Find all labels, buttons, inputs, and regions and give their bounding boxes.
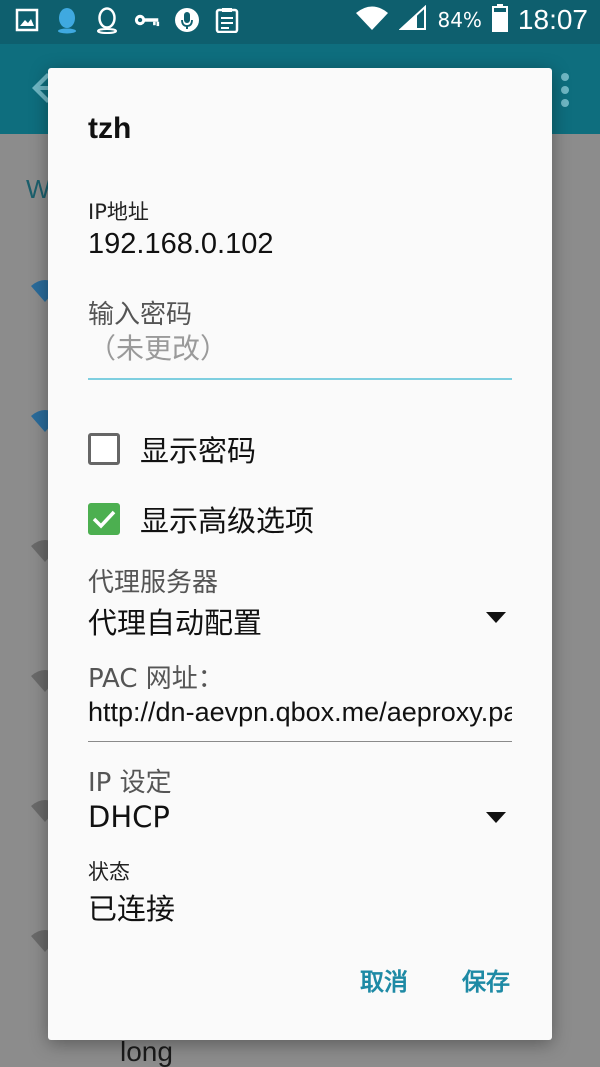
status-label: 状态 [88,860,130,884]
proxy-dropdown[interactable]: 代理自动配置 [88,598,512,642]
key-icon [134,6,160,34]
ip-settings-dropdown[interactable]: DHCP [88,798,512,842]
show-advanced-row[interactable]: 显示高级选项 [88,498,314,540]
battery-percent: 84% [437,8,482,32]
password-label: 输入密码 [88,300,193,330]
clock: 18:07 [517,4,588,35]
qq-outline-icon [94,6,120,34]
cancel-button[interactable]: 取消 [360,962,408,997]
battery-icon [491,4,508,36]
list-item-label: long [120,1036,173,1067]
system-indicators: 84% 18:07 [355,4,588,36]
status-bar: 84% 18:07 [0,0,600,44]
proxy-label: 代理服务器 [88,568,219,598]
clipboard-icon [214,6,240,34]
dropdown-arrow-icon [486,812,506,823]
cell-signal-icon [398,4,427,35]
more-options-icon[interactable] [560,72,570,108]
pac-url-label: PAC 网址： [88,664,224,694]
dropdown-arrow-icon [486,612,506,623]
ip-settings-selected-value: DHCP [88,800,170,834]
show-advanced-checkbox[interactable] [88,503,120,535]
wifi-config-dialog: tzh IP地址 192.168.0.102 输入密码 显示密码 显示高级选项 … [48,68,552,1040]
dialog-title: tzh [88,112,132,145]
password-input[interactable] [88,328,512,380]
save-button[interactable]: 保存 [462,962,510,997]
status-value: 已连接 [88,892,176,926]
wifi-signal-icon [355,4,389,36]
qq-icon [54,6,80,34]
ip-address-value: 192.168.0.102 [88,228,274,260]
show-password-label: 显示密码 [140,434,257,468]
gallery-icon [14,6,40,34]
section-header: W [26,174,51,204]
checkmark-icon [92,510,116,529]
show-advanced-label: 显示高级选项 [140,504,315,538]
show-password-checkbox[interactable] [88,433,120,465]
proxy-selected-value: 代理自动配置 [88,606,263,640]
notification-icons [14,6,240,34]
pac-url-input[interactable] [88,692,512,742]
ip-address-label: IP地址 [88,200,149,224]
ip-settings-label: IP 设定 [88,768,172,798]
mic-icon [174,6,200,34]
show-password-row[interactable]: 显示密码 [88,428,256,470]
